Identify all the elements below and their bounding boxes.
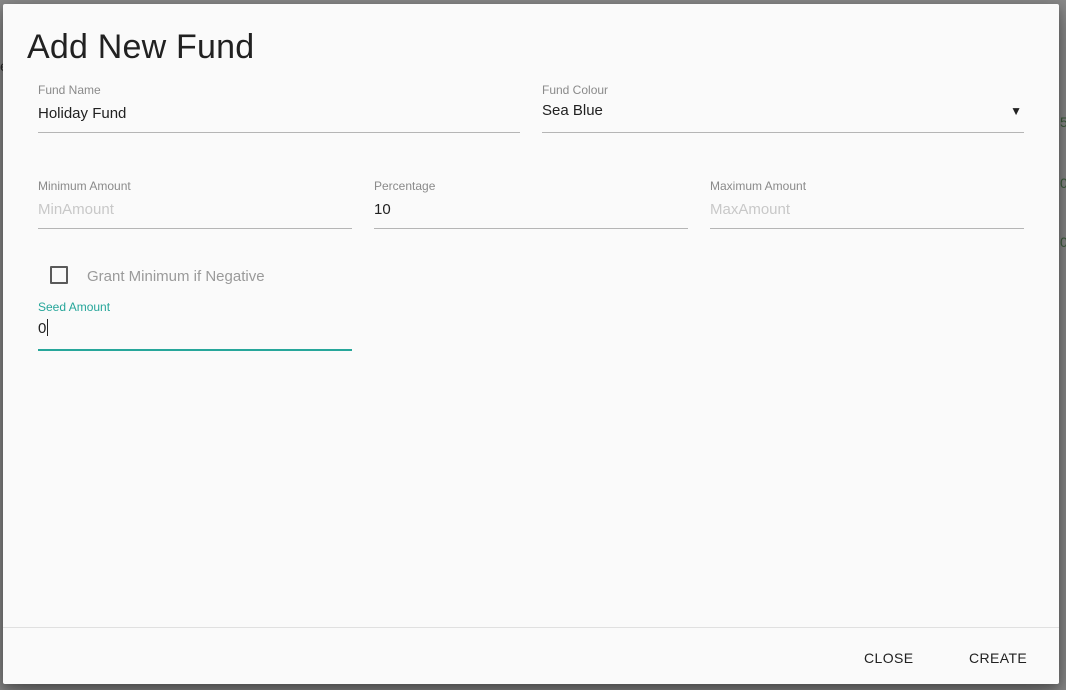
background-text-fragment: 5: [1060, 114, 1066, 130]
percentage-label: Percentage: [374, 179, 436, 193]
background-text-fragment: 0: [1060, 175, 1066, 191]
maximum-amount-label: Maximum Amount: [710, 179, 807, 193]
percentage-input[interactable]: [374, 198, 688, 220]
fund-colour-underline: [542, 132, 1024, 133]
seed-amount-input[interactable]: 0: [38, 319, 49, 337]
seed-amount-underline: [38, 349, 352, 351]
text-cursor: [47, 319, 49, 336]
maximum-amount-input[interactable]: [710, 198, 1024, 220]
seed-amount-field: Seed Amount 0: [38, 300, 352, 354]
minimum-amount-input[interactable]: [38, 198, 352, 220]
fund-name-underline: [38, 132, 520, 133]
maximum-amount-field: Maximum Amount: [710, 179, 1024, 231]
percentage-field: Percentage: [374, 179, 688, 231]
minimum-amount-label: Minimum Amount: [38, 179, 131, 193]
close-button[interactable]: CLOSE: [856, 640, 921, 676]
grant-minimum-label[interactable]: Grant Minimum if Negative: [87, 268, 265, 285]
seed-amount-label: Seed Amount: [38, 300, 111, 314]
fund-name-input[interactable]: [38, 102, 520, 124]
checkbox-unchecked-icon[interactable]: [50, 266, 68, 284]
seed-amount-value[interactable]: 0: [38, 320, 46, 337]
minimum-amount-underline: [38, 228, 352, 229]
footer-divider: [3, 627, 1059, 628]
dialog-title: Add New Fund: [27, 28, 255, 66]
fund-colour-label: Fund Colour: [542, 83, 609, 97]
minimum-amount-field: Minimum Amount: [38, 179, 352, 231]
percentage-underline: [374, 228, 688, 229]
fund-colour-selected-value: Sea Blue: [542, 102, 603, 119]
fund-name-field: Fund Name: [38, 83, 520, 135]
create-button[interactable]: CREATE: [961, 640, 1035, 676]
fund-name-label: Fund Name: [38, 83, 101, 97]
dropdown-arrow-icon[interactable]: ▼: [1010, 104, 1022, 118]
maximum-amount-underline: [710, 228, 1024, 229]
fund-colour-select[interactable]: Fund Colour Sea Blue ▼: [542, 83, 1024, 135]
add-fund-dialog: Add New Fund Fund Name Fund Colour Sea B…: [3, 4, 1059, 684]
background-text-fragment: 0: [1060, 234, 1066, 250]
